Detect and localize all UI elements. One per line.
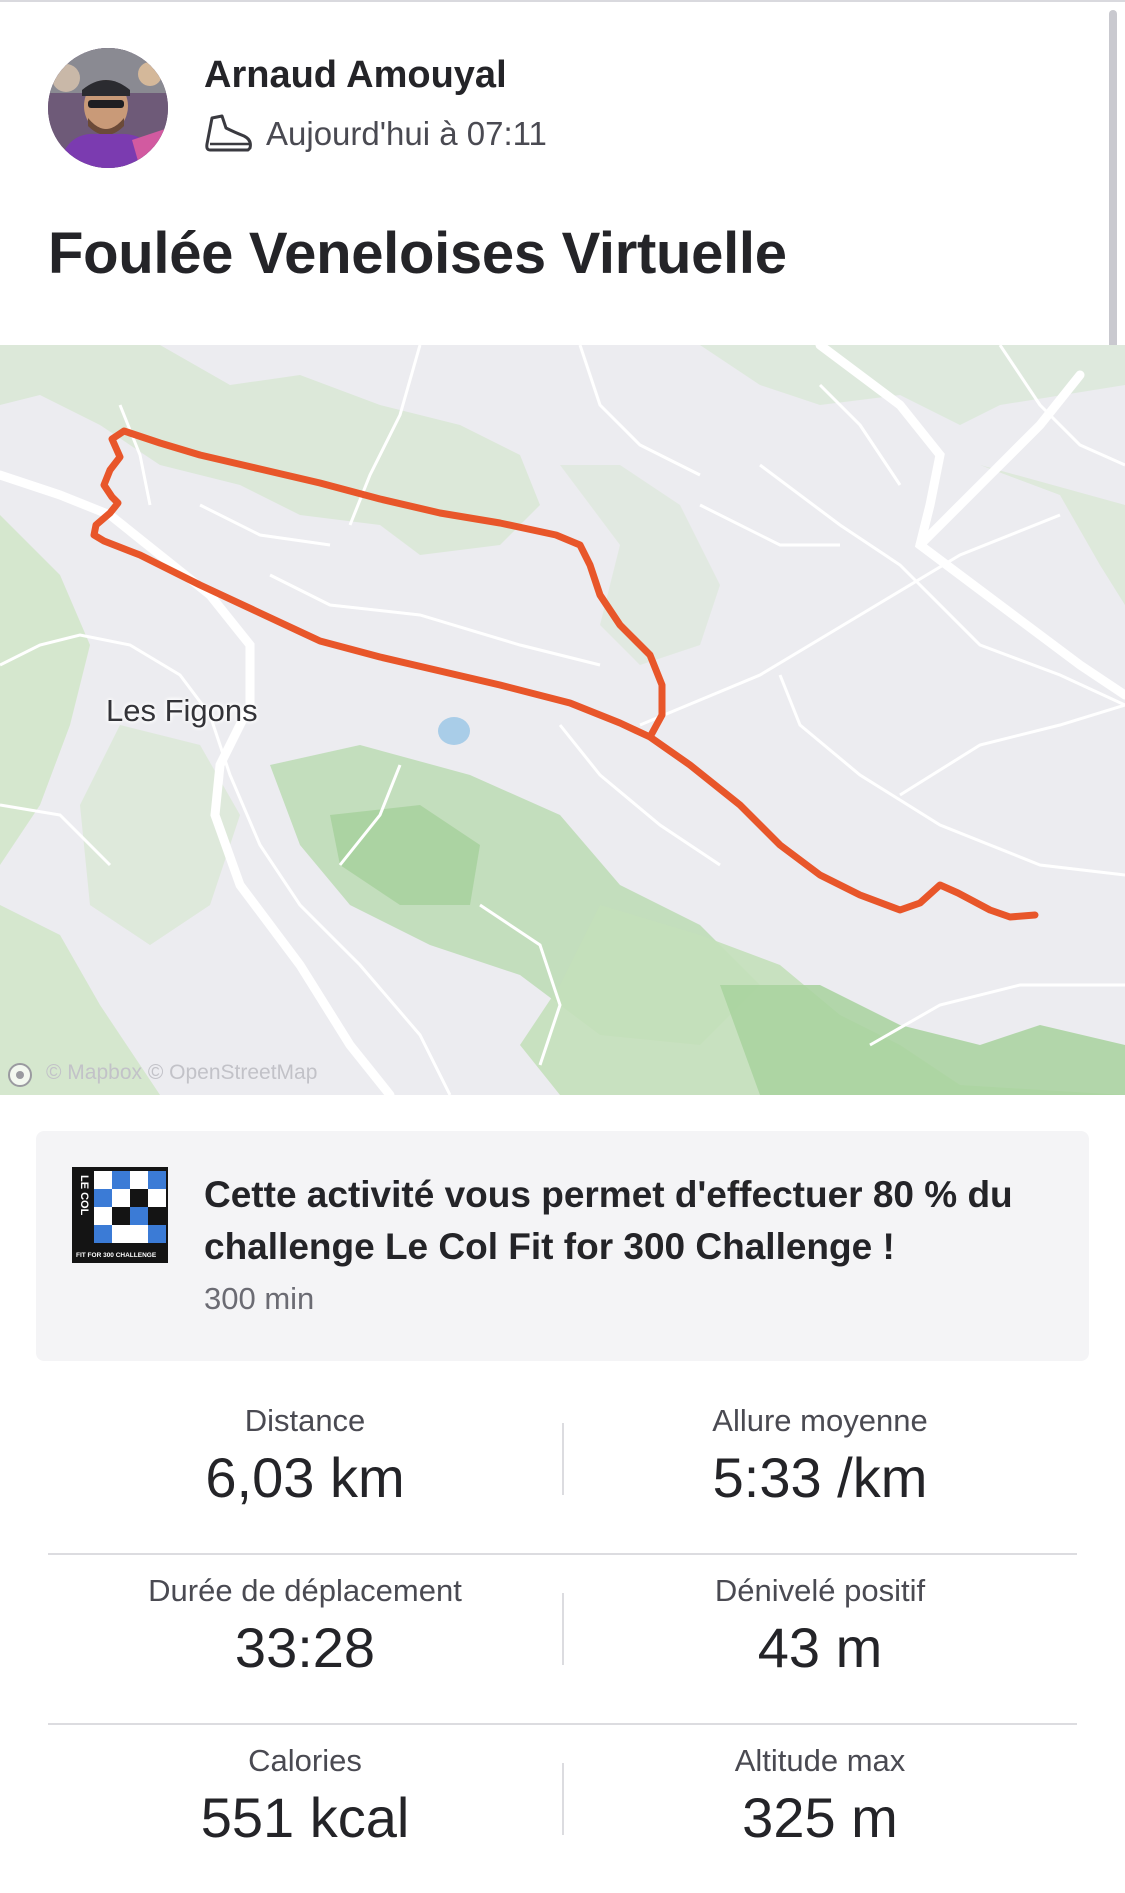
stat-value: 551 kcal — [200, 1786, 410, 1849]
activity-stats: Distance 6,03 km Allure moyenne 5:33 /km… — [48, 1385, 1077, 1893]
avatar[interactable] — [48, 48, 168, 168]
stat-moving-time: Durée de déplacement 33:28 — [48, 1555, 562, 1725]
stat-value: 325 m — [742, 1786, 898, 1849]
stat-label: Dénivelé positif — [714, 1573, 926, 1608]
stat-calories: Calories 551 kcal — [48, 1725, 562, 1893]
challenge-description: Cette activité vous permet d'effectuer 8… — [204, 1174, 1013, 1267]
svg-text:LE COL: LE COL — [78, 1175, 90, 1216]
stat-average-pace: Allure moyenne 5:33 /km — [563, 1385, 1077, 1555]
stat-value: 5:33 /km — [712, 1446, 928, 1509]
stat-max-elevation: Altitude max 325 m — [563, 1725, 1077, 1893]
route-map[interactable]: Les Figons © Mapbox © OpenStreetMap — [0, 345, 1125, 1095]
map-attribution[interactable]: © Mapbox © OpenStreetMap — [46, 1061, 317, 1085]
map-info-icon[interactable] — [8, 1063, 32, 1087]
activity-timestamp: Aujourd'hui à 07:11 — [266, 115, 547, 152]
activity-meta: Aujourd'hui à 07:11 — [204, 112, 547, 156]
challenge-target: 300 min — [204, 1281, 315, 1316]
stat-elevation-gain: Dénivelé positif 43 m — [563, 1555, 1077, 1725]
stat-value: 43 m — [757, 1616, 883, 1679]
stat-label: Altitude max — [734, 1743, 906, 1778]
challenge-logo: LE COL FIT FOR 300 CHALLENGE — [72, 1167, 168, 1263]
running-shoe-icon — [205, 114, 252, 152]
activity-title[interactable]: Foulée Veneloises Virtuelle — [48, 220, 787, 287]
stat-value: 33:28 — [234, 1616, 376, 1679]
stat-label: Distance — [244, 1403, 366, 1438]
stat-label: Durée de déplacement — [148, 1573, 462, 1608]
stat-label: Allure moyenne — [712, 1403, 928, 1438]
stat-label: Calories — [248, 1743, 362, 1778]
stats-row: Durée de déplacement 33:28 Dénivelé posi… — [48, 1555, 1077, 1725]
top-divider — [0, 0, 1125, 2]
athlete-name[interactable]: Arnaud Amouyal — [204, 54, 507, 97]
stat-distance: Distance 6,03 km — [48, 1385, 562, 1555]
challenge-card[interactable]: LE COL FIT FOR 300 CHALLENGE Cette activ… — [36, 1131, 1089, 1361]
stats-row: Calories 551 kcal Altitude max 325 m — [48, 1725, 1077, 1893]
stat-value: 6,03 km — [205, 1446, 405, 1509]
map-place-label: Les Figons — [106, 693, 258, 728]
svg-text:FIT FOR 300 CHALLENGE: FIT FOR 300 CHALLENGE — [76, 1252, 157, 1259]
map-pond — [438, 717, 470, 745]
stats-row: Distance 6,03 km Allure moyenne 5:33 /km — [48, 1385, 1077, 1555]
activity-header: Arnaud Amouyal Aujourd'hui à 07:11 — [48, 48, 1048, 170]
